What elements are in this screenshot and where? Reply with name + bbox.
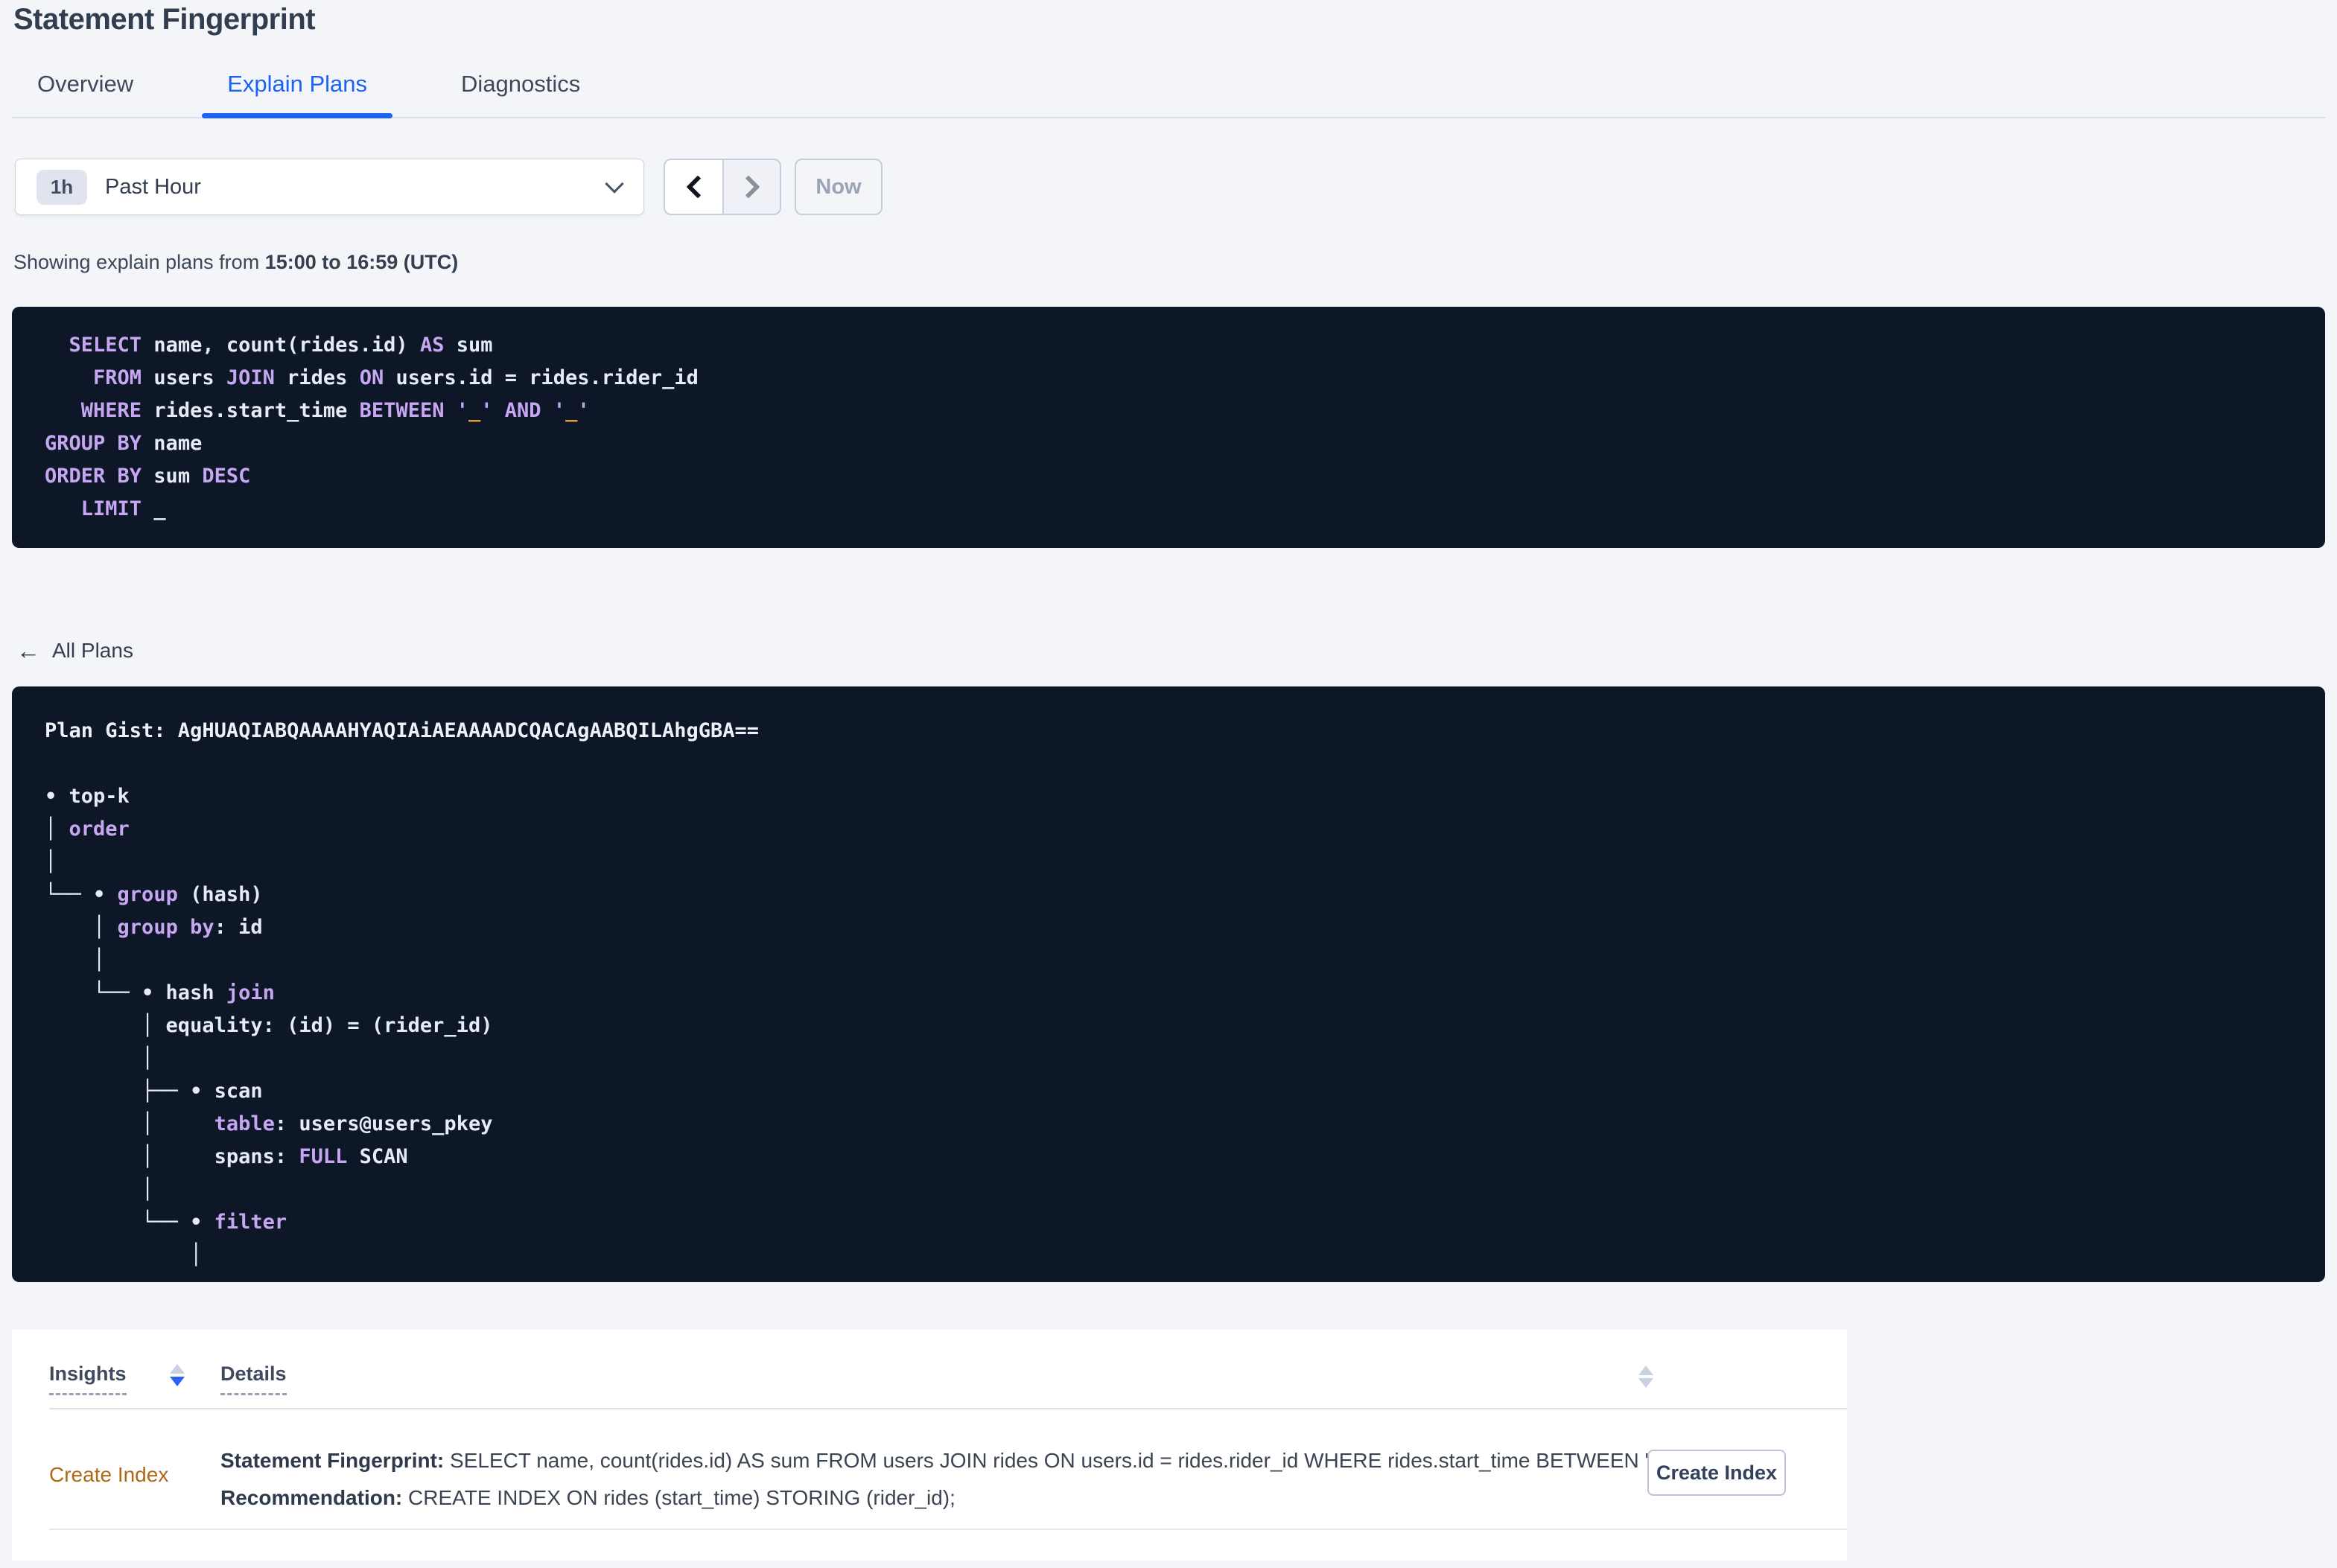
tab-bar: Overview Explain Plans Diagnostics	[12, 56, 2325, 118]
sql-statement-panel: SELECT name, count(rides.id) AS sum FROM…	[12, 307, 2325, 548]
detail-statement-line: Statement Fingerprint: SELECT name, coun…	[220, 1442, 1681, 1479]
statement-fingerprint-page: Statement Fingerprint Overview Explain P…	[0, 0, 2337, 1568]
sort-desc-triangle-icon	[1638, 1378, 1653, 1388]
create-index-button[interactable]: Create Index	[1647, 1450, 1786, 1496]
sort-asc-triangle-icon	[1638, 1365, 1653, 1375]
detail-statement-text: SELECT name, count(rides.id) AS sum FROM…	[444, 1449, 1682, 1472]
tab-diagnostics[interactable]: Diagnostics	[436, 56, 605, 117]
plan-gist-tree: Plan Gist: AgHUAQIABQAAAAHYAQIAiAEAAAADC…	[45, 719, 760, 1266]
previous-range-button[interactable]	[665, 160, 722, 214]
sort-icon[interactable]	[1638, 1365, 1653, 1388]
table-row: Create Index Statement Fingerprint: SELE…	[49, 1409, 1847, 1530]
now-button[interactable]: Now	[795, 159, 883, 215]
detail-recommendation-label: Recommendation:	[220, 1486, 403, 1509]
insights-table-header: Insights Details	[49, 1330, 1847, 1409]
time-range-dropdown[interactable]: 1h Past Hour	[15, 159, 644, 215]
time-pager	[664, 159, 781, 215]
column-header-insights[interactable]: Insights	[49, 1363, 220, 1395]
insight-cell: Create Index	[49, 1442, 220, 1487]
sql-statement-code: SELECT name, count(rides.id) AS sum FROM…	[45, 334, 699, 520]
page-title: Statement Fingerprint	[13, 3, 316, 36]
insights-table: Insights Details Create Index Statement …	[12, 1330, 1847, 1561]
detail-recommendation-line: Recommendation: CREATE INDEX ON rides (s…	[220, 1479, 1681, 1517]
next-range-button[interactable]	[722, 160, 780, 214]
all-plans-link[interactable]: ← All Plans	[12, 639, 133, 663]
time-range-label: Past Hour	[105, 174, 201, 199]
sort-desc-triangle-icon	[169, 1377, 185, 1386]
chevron-left-icon	[685, 175, 710, 199]
time-toolbar: 1h Past Hour Now	[12, 159, 2325, 215]
tab-overview[interactable]: Overview	[12, 56, 159, 117]
sort-icon[interactable]	[169, 1364, 185, 1386]
showing-range-text: Showing explain plans from 15:00 to 16:5…	[12, 251, 2325, 274]
create-index-link[interactable]: Create Index	[49, 1463, 168, 1487]
time-range-badge: 1h	[36, 169, 87, 205]
sort-asc-triangle-icon	[169, 1364, 185, 1374]
column-header-details[interactable]: Details	[220, 1363, 287, 1395]
plan-gist-panel: Plan Gist: AgHUAQIABQAAAAHYAQIAiAEAAAADC…	[12, 686, 2325, 1282]
details-cell: Statement Fingerprint: SELECT name, coun…	[220, 1442, 1681, 1517]
chevron-down-icon	[605, 174, 624, 194]
tab-explain-plans[interactable]: Explain Plans	[202, 56, 392, 118]
showing-prefix: Showing explain plans from	[13, 251, 265, 273]
insights-column-label: Insights	[49, 1363, 127, 1395]
showing-range: 15:00 to 16:59 (UTC)	[264, 251, 459, 273]
back-arrow-icon: ←	[16, 637, 40, 664]
chevron-right-icon	[736, 175, 760, 199]
all-plans-label: All Plans	[52, 639, 133, 662]
details-column-label: Details	[220, 1363, 287, 1395]
detail-recommendation-text: CREATE INDEX ON rides (start_time) STORI…	[402, 1486, 956, 1509]
detail-statement-label: Statement Fingerprint:	[220, 1449, 445, 1472]
